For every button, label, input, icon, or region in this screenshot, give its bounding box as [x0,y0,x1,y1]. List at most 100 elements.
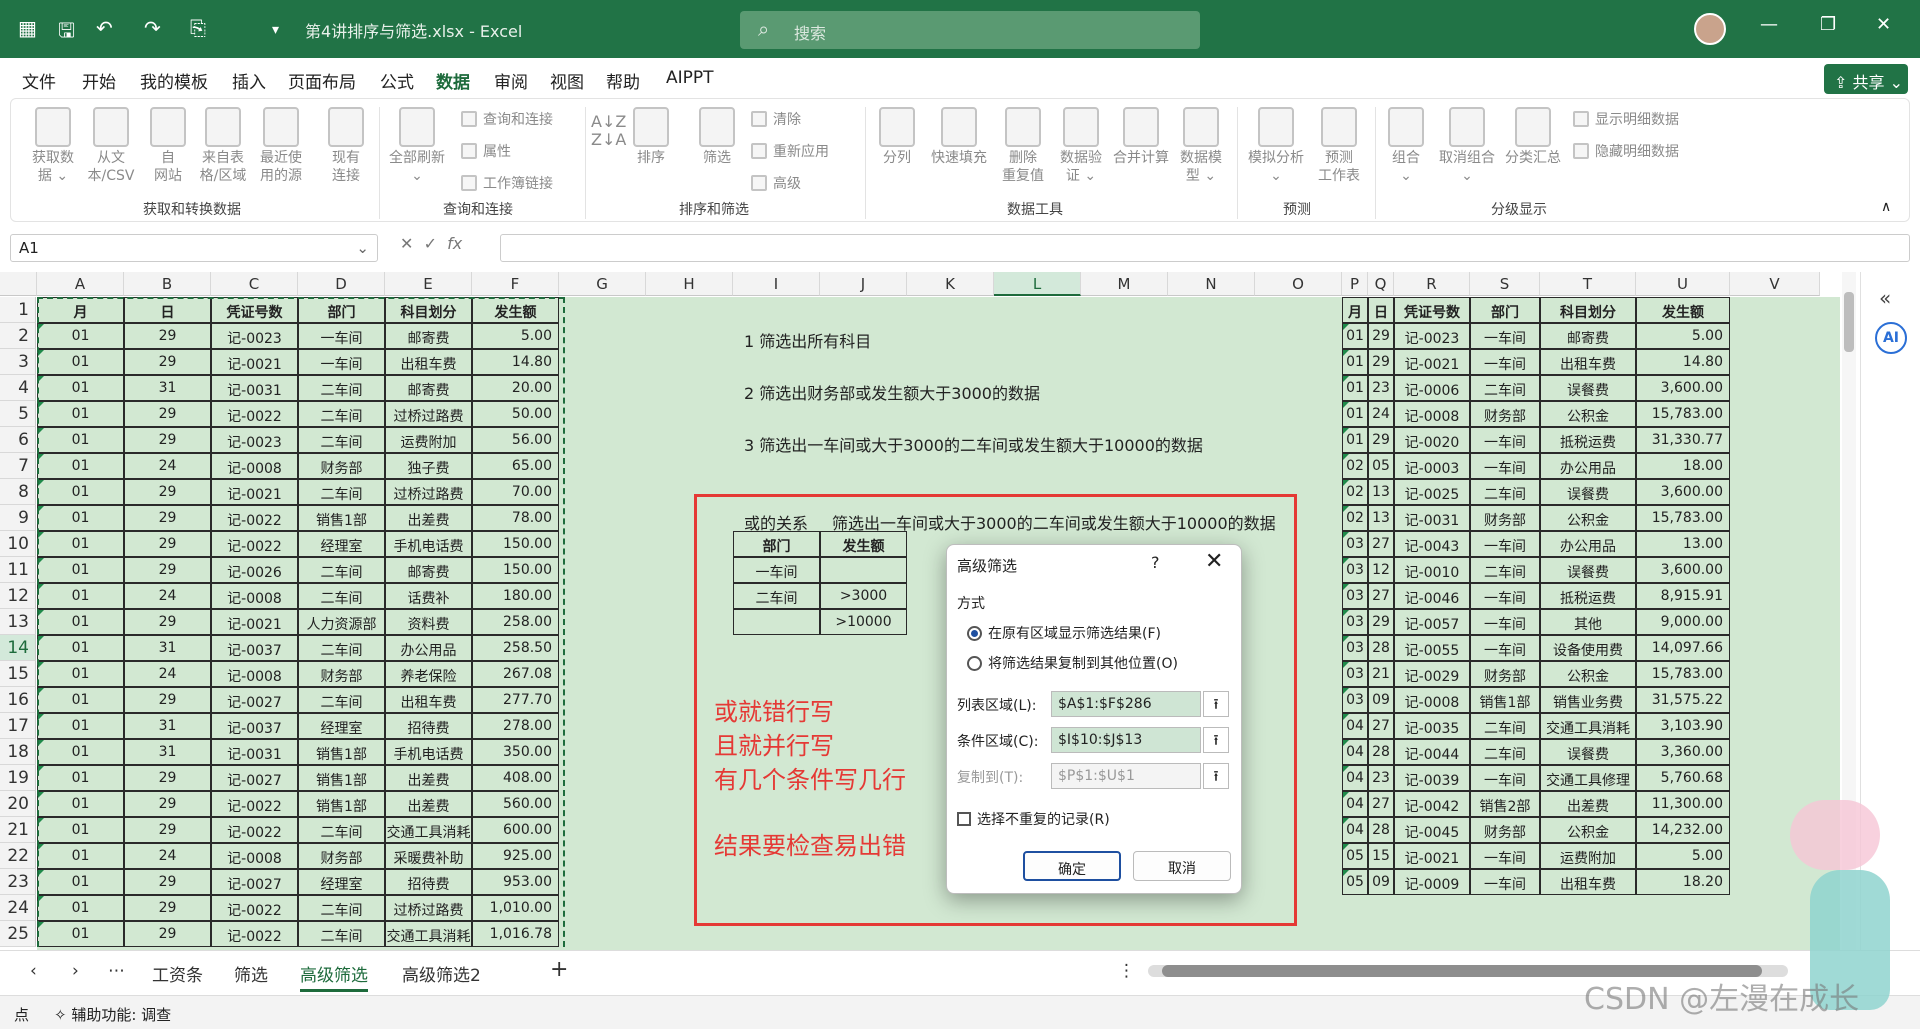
refresh-all-button[interactable]: 全部刷新 ⌄ [385,107,449,185]
table-cell[interactable]: 记-0057 [1394,609,1470,635]
properties-button[interactable]: 属性 [461,141,511,161]
table-cell[interactable]: 01 [37,531,124,557]
table-cell[interactable]: 出租车费 [385,349,472,375]
table-cell[interactable]: 14.80 [1636,349,1730,375]
format-painter-icon[interactable]: ⎘ [190,16,206,40]
table-cell[interactable]: 3,360.00 [1636,739,1730,765]
table-cell[interactable]: 27 [1368,531,1394,557]
table-cell[interactable]: 记-0031 [1394,505,1470,531]
accessibility-status[interactable]: ✧ 辅助功能: 调查 [54,1004,171,1025]
table-cell[interactable]: 18.00 [1636,453,1730,479]
table-cell[interactable]: 78.00 [472,505,559,531]
row-header-23[interactable]: 23 [0,869,36,895]
table-cell[interactable]: 记-0020 [1394,427,1470,453]
row-header-13[interactable]: 13 [0,609,36,635]
check-icon[interactable]: ✓ [424,234,437,253]
table-cell[interactable]: 设备使用费 [1540,635,1636,661]
tab-advanced-filter-2[interactable]: 高级筛选2 [402,961,481,986]
table-cell[interactable]: 01 [1342,401,1368,427]
from-web-button[interactable]: 自 网站 [143,107,193,185]
table-cell[interactable]: 二车间 [298,687,385,713]
row-header-19[interactable]: 19 [0,765,36,791]
tab-filter[interactable]: 筛选 [234,961,268,986]
table-cell[interactable]: 一车间 [1470,531,1540,557]
sort-button[interactable]: 排序 [625,107,677,167]
table-cell[interactable]: 记-0008 [1394,687,1470,713]
table-cell[interactable]: 二车间 [1470,479,1540,505]
table-cell[interactable]: 01 [37,401,124,427]
table-cell[interactable]: 03 [1342,557,1368,583]
menu-home[interactable]: 开始 [82,68,116,93]
table-cell[interactable]: 财务部 [1470,505,1540,531]
table-cell[interactable]: 其他 [1540,609,1636,635]
table-cell[interactable]: 手机电话费 [385,531,472,557]
criteria-range-collapse-icon[interactable]: ⭱ [1203,727,1229,753]
column-header-h[interactable]: H [646,272,733,296]
row-header-1[interactable]: 1 [0,297,36,323]
table-cell[interactable]: 04 [1342,739,1368,765]
table-cell[interactable]: 5,760.68 [1636,765,1730,791]
table-cell[interactable]: 公积金 [1540,401,1636,427]
table-cell[interactable]: 财务部 [298,661,385,687]
vertical-scroll-thumb[interactable] [1844,292,1854,352]
table-cell[interactable]: 记-0022 [211,791,298,817]
row-header-25[interactable]: 25 [0,921,36,947]
table-cell[interactable]: 记-0029 [1394,661,1470,687]
table-cell[interactable]: 27 [1368,583,1394,609]
column-header-l[interactable]: L [994,272,1081,296]
criteria-range-input[interactable]: $I$10:$J$13 [1051,727,1201,753]
table-cell[interactable]: 01 [37,661,124,687]
save-icon[interactable]: 🖫 [58,16,75,50]
table-cell[interactable]: 一车间 [298,323,385,349]
show-detail-button[interactable]: 显示明细数据 [1573,109,1679,129]
row-header-8[interactable]: 8 [0,479,36,505]
tab-salary[interactable]: 工资条 [152,961,203,986]
table-cell[interactable]: 29 [124,817,211,843]
table-cell[interactable]: 出租车费 [1540,349,1636,375]
row-header-17[interactable]: 17 [0,713,36,739]
table-cell[interactable]: 出差费 [1540,791,1636,817]
table-cell[interactable]: 办公用品 [385,635,472,661]
table-cell[interactable]: 29 [124,323,211,349]
table-cell[interactable]: 交通工具消耗 [385,817,472,843]
table-cell[interactable]: 01 [37,583,124,609]
table-cell[interactable]: 运费附加 [385,427,472,453]
table-cell[interactable]: 运费附加 [1540,843,1636,869]
table-cell[interactable]: 29 [124,401,211,427]
column-header-g[interactable]: G [559,272,646,296]
table-cell[interactable]: 05 [1342,869,1368,895]
remove-duplicates-button[interactable]: 删除 重复值 [995,107,1051,185]
table-cell[interactable]: 5.00 [1636,323,1730,349]
copy-to-input[interactable]: $P$1:$U$1 [1051,763,1201,789]
table-cell[interactable]: 24 [124,453,211,479]
data-validation-button[interactable]: 数据验 证 ⌄ [1053,107,1109,185]
table-cell[interactable]: 一车间 [1470,453,1540,479]
table-cell[interactable]: 8,915.91 [1636,583,1730,609]
table-cell[interactable]: 28 [1368,817,1394,843]
column-header-m[interactable]: M [1081,272,1168,296]
table-cell[interactable]: 150.00 [472,557,559,583]
table-cell[interactable]: 误餐费 [1540,557,1636,583]
column-header-b[interactable]: B [124,272,211,296]
table-cell[interactable]: 记-0026 [211,557,298,583]
table-cell[interactable]: 03 [1342,609,1368,635]
table-cell[interactable]: 28 [1368,739,1394,765]
row-header-6[interactable]: 6 [0,427,36,453]
table-cell[interactable]: 29 [124,479,211,505]
table-cell[interactable]: 销售1部 [298,739,385,765]
table-cell[interactable]: 二车间 [298,895,385,921]
table-cell[interactable]: 招待费 [385,869,472,895]
table-cell[interactable]: 04 [1342,791,1368,817]
table-cell[interactable]: 01 [37,817,124,843]
table-cell[interactable]: 350.00 [472,739,559,765]
table-cell[interactable]: 记-0022 [211,505,298,531]
column-header-q[interactable]: Q [1368,272,1394,296]
table-cell[interactable]: 出差费 [385,765,472,791]
table-cell[interactable]: 29 [124,557,211,583]
table-cell[interactable]: 一车间 [1470,869,1540,895]
more-sheets-icon[interactable]: ⋯ [108,961,125,981]
list-range-collapse-icon[interactable]: ⭱ [1203,691,1229,717]
table-cell[interactable]: 一车间 [1470,609,1540,635]
table-cell[interactable]: 出租车费 [1540,869,1636,895]
table-cell[interactable]: 二车间 [298,557,385,583]
